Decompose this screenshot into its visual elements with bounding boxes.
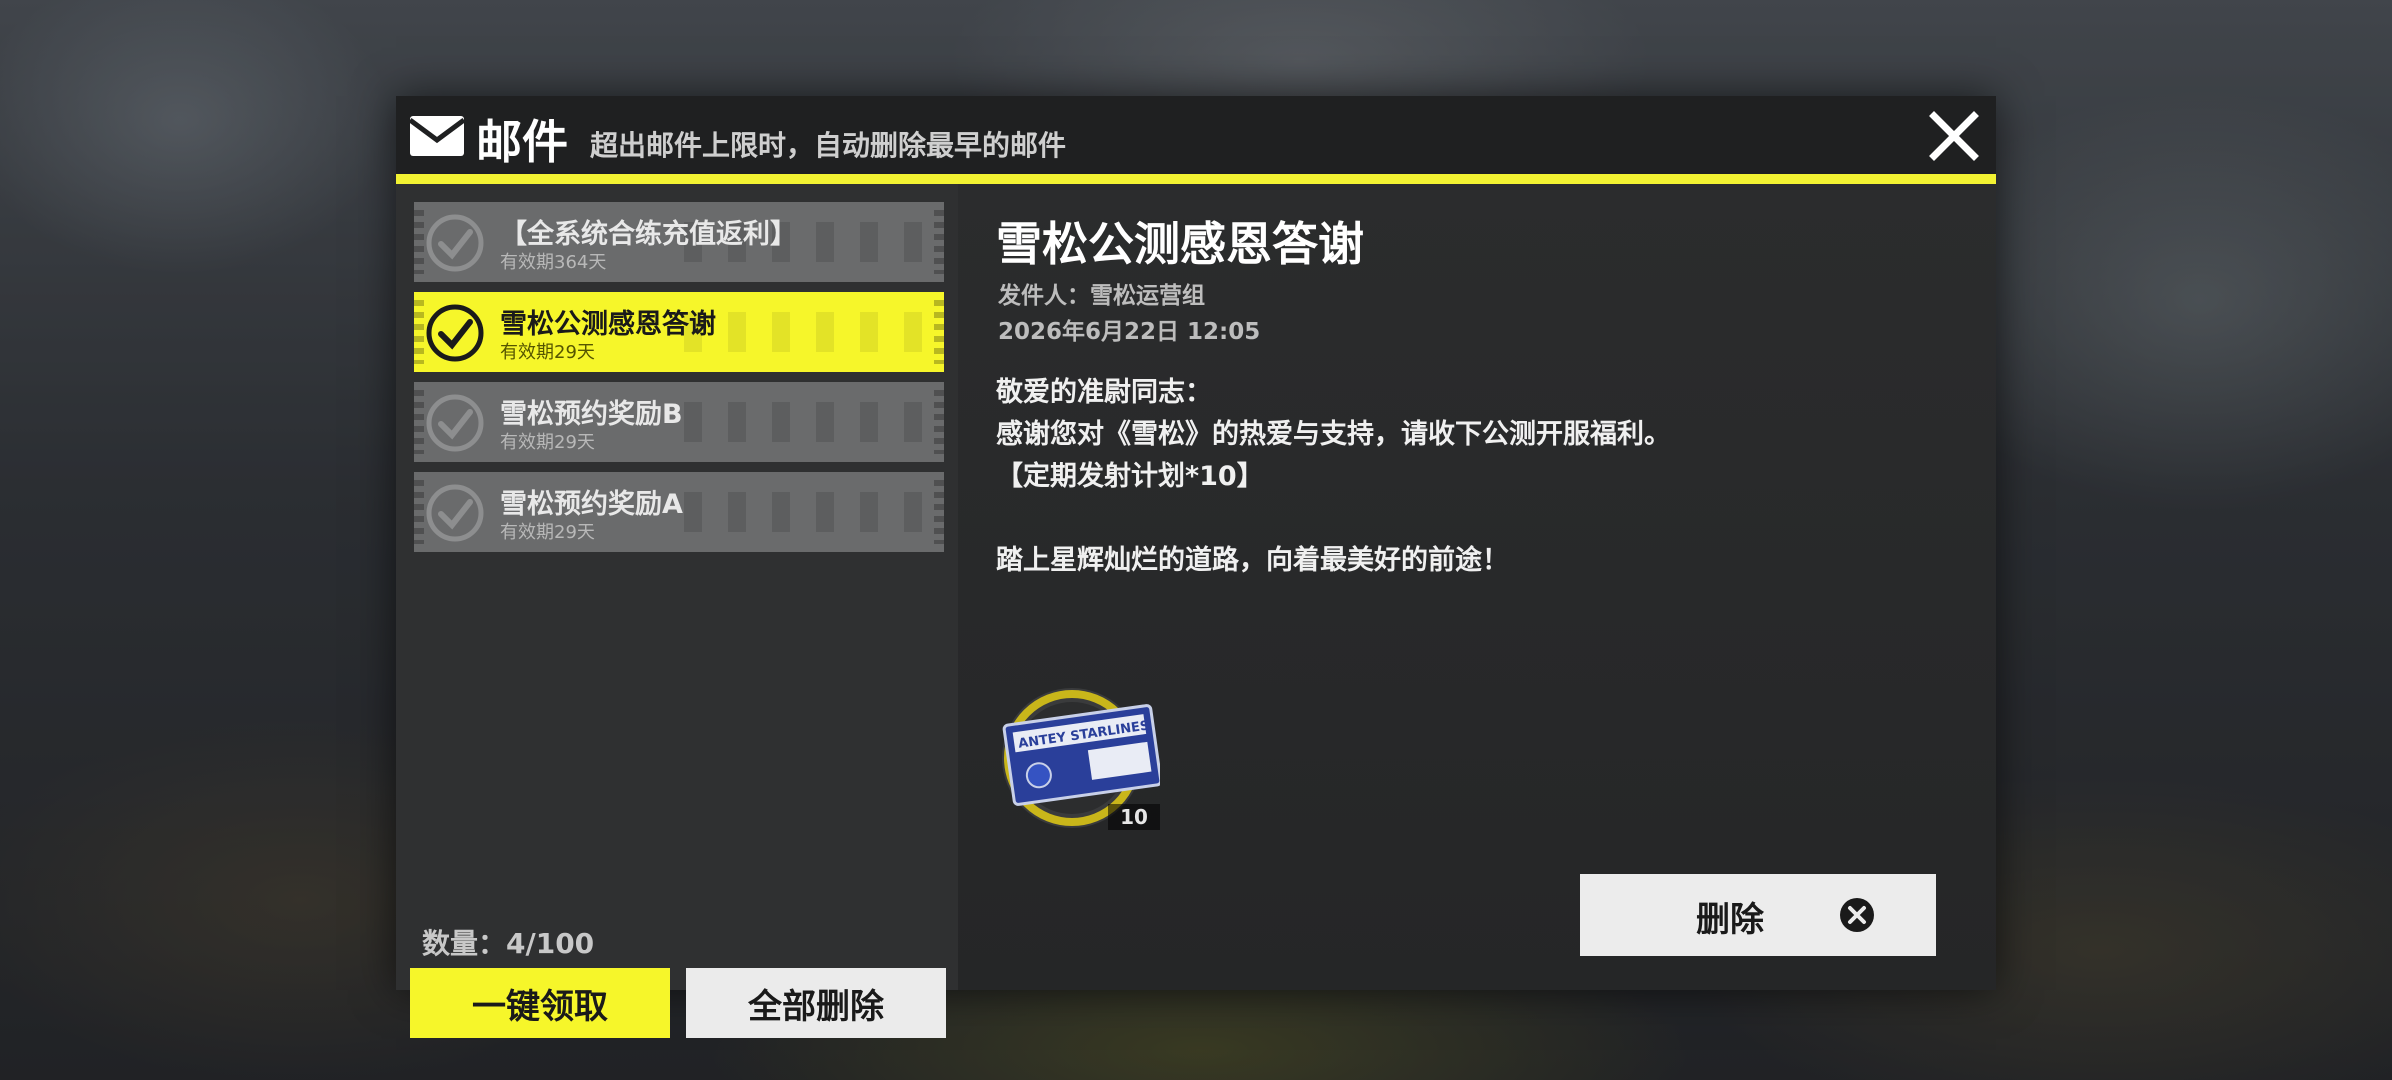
mail-item-title: 雪松预约奖励A [500,489,683,520]
envelope-icon [408,116,466,156]
window-subtitle: 超出邮件上限时，自动删除最早的邮件 [590,129,1067,162]
item-decoration [684,492,924,532]
mail-date: 2026年6月22日 12:05 [998,319,1261,345]
mail-body-line: 敬爱的准尉同志： [996,377,1212,408]
mail-body-line: 【定期发射计划*10】 [996,461,1264,492]
check-circle-icon [426,304,484,362]
mail-list-item[interactable]: 【全系统合练充值返利】 有效期364天 [414,202,944,282]
close-icon[interactable] [1926,108,1982,164]
mail-count: 数量：4/100 [422,927,595,960]
mail-sender: 发件人：雪松运营组 [998,283,1205,309]
item-edge-right [934,300,944,364]
mail-item-validity: 有效期29天 [500,522,595,543]
mail-list-item[interactable]: 雪松预约奖励A 有效期29天 [414,472,944,552]
mail-item-validity: 有效期364天 [500,252,607,273]
mail-item-title: 【全系统合练充值返利】 [500,219,797,250]
check-circle-icon [426,394,484,452]
mail-list-panel: 【全系统合练充值返利】 有效期364天 雪松公测感恩答谢 有效期29天 雪松预约… [396,184,958,1038]
mail-body-line: 踏上星辉灿烂的道路，向着最美好的前途！ [996,545,1509,576]
title-accent-line [396,174,1996,184]
mail-detail-panel: 雪松公测感恩答谢 发件人：雪松运营组 2026年6月22日 12:05 敬爱的准… [958,184,1996,990]
mail-item-validity: 有效期29天 [500,342,595,363]
check-circle-icon [426,484,484,542]
mail-list-item[interactable]: 雪松预约奖励B 有效期29天 [414,382,944,462]
item-edge-left [414,390,424,454]
delete-all-button[interactable]: 全部删除 [686,968,946,1038]
claim-all-button[interactable]: 一键领取 [410,968,670,1038]
item-edge-right [934,390,944,454]
item-edge-left [414,480,424,544]
mail-item-validity: 有效期29天 [500,432,595,453]
mail-item-title: 雪松预约奖励B [500,399,683,430]
item-edge-right [934,480,944,544]
reward-count: 10 [1108,804,1160,830]
window-title: 邮件 [476,115,568,169]
item-edge-left [414,210,424,274]
delete-button-label: 删除 [1696,900,1764,940]
item-edge-left [414,300,424,364]
check-circle-icon [426,214,484,272]
delete-button[interactable]: 删除 [1580,874,1936,956]
mail-window: 邮件 超出邮件上限时，自动删除最早的邮件 【全系统合练充值返利】 有效期364天 [396,96,1996,1038]
mail-item-title: 雪松公测感恩答谢 [500,309,716,340]
mail-list-item-selected[interactable]: 雪松公测感恩答谢 有效期29天 [414,292,944,372]
item-decoration [684,312,924,352]
item-edge-right [934,210,944,274]
mail-detail-title: 雪松公测感恩答谢 [996,217,1364,271]
mail-body-line: 感谢您对《雪松》的热爱与支持，请收下公测开服福利。 [996,419,1671,450]
close-circle-icon [1840,898,1874,932]
mail-titlebar: 邮件 超出邮件上限时，自动删除最早的邮件 [396,96,1996,184]
item-decoration [684,402,924,442]
